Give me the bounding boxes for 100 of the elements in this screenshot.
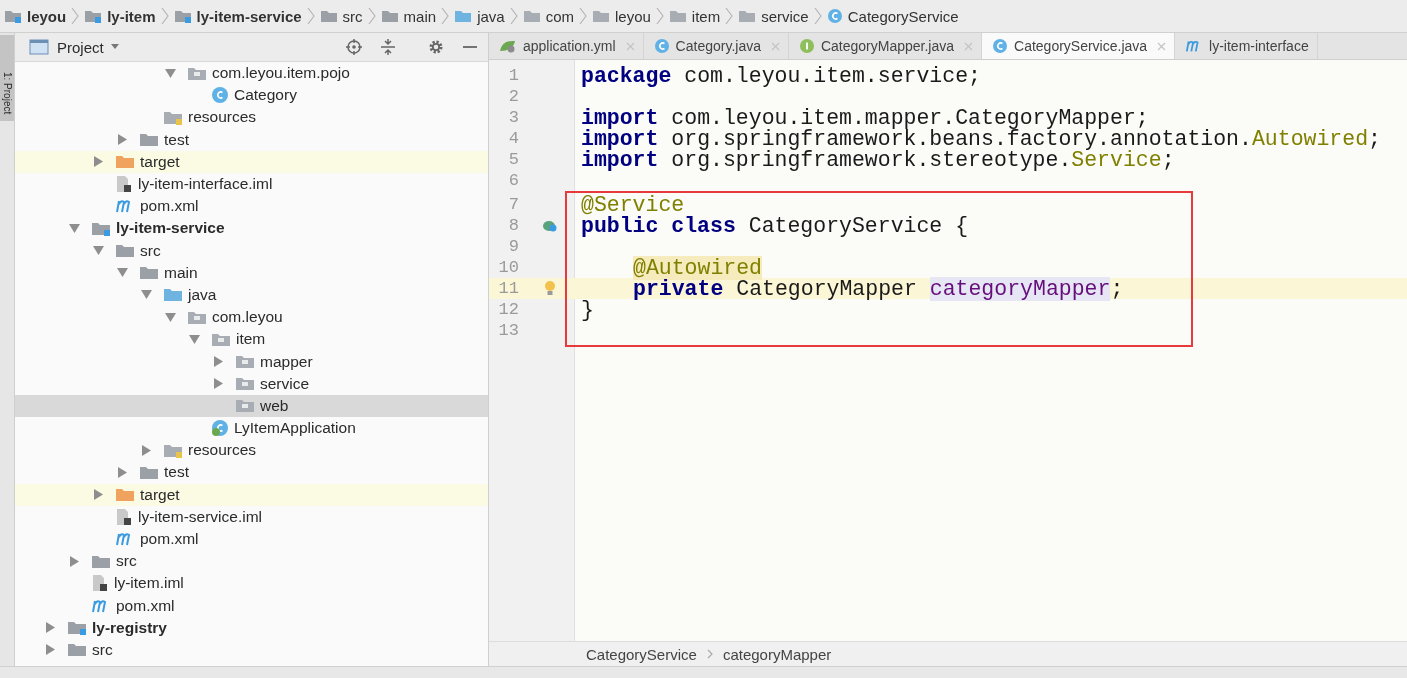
folder-icon xyxy=(163,109,183,125)
chevron-separator-icon xyxy=(441,7,450,25)
expand-arrow-icon[interactable] xyxy=(93,156,104,168)
breadcrumb-item[interactable]: service xyxy=(738,7,809,25)
tree-item[interactable]: resources xyxy=(15,106,488,129)
expand-arrow-icon[interactable] xyxy=(141,444,152,456)
chevron-separator-icon xyxy=(509,7,518,25)
editor-tab[interactable]: ly-item-interface xyxy=(1175,33,1318,59)
breadcrumb-item[interactable]: ly-item-service xyxy=(173,7,302,25)
folder-icon xyxy=(319,9,338,23)
tree-item[interactable]: main xyxy=(15,261,488,284)
expand-arrow-icon[interactable] xyxy=(213,356,224,368)
breadcrumb-item[interactable]: src xyxy=(319,7,363,25)
crosshair-icon[interactable] xyxy=(346,39,362,55)
tree-item[interactable]: ly-item.iml xyxy=(15,572,488,595)
tree-item[interactable]: src xyxy=(15,638,488,662)
line-number: 1 xyxy=(507,66,519,85)
folder-icon xyxy=(454,9,473,23)
bean-icon[interactable] xyxy=(542,218,558,233)
folder-icon xyxy=(592,9,610,23)
breadcrumb-item[interactable]: CategoryService xyxy=(586,645,697,663)
expand-arrow-icon[interactable] xyxy=(189,333,200,345)
tree-item[interactable]: web xyxy=(15,394,488,417)
breadcrumb-item[interactable]: item xyxy=(668,7,721,25)
leaf-file-icon xyxy=(499,39,517,53)
breadcrumb-item[interactable]: ly-item xyxy=(84,7,156,25)
tree-item[interactable]: java xyxy=(15,283,488,307)
folder-icon xyxy=(91,553,111,569)
tree-item[interactable]: pom.xml xyxy=(15,527,488,551)
chevron-separator-icon xyxy=(579,7,587,25)
tree-item[interactable]: com.leyou xyxy=(15,306,488,329)
class-icon xyxy=(653,38,670,54)
tree-item[interactable]: ly-item-service.iml xyxy=(15,505,488,528)
expand-arrow-icon[interactable] xyxy=(165,311,176,323)
collapse-all-icon[interactable] xyxy=(380,39,396,55)
folder-icon xyxy=(522,9,541,23)
tree-item[interactable]: mapper xyxy=(15,350,488,373)
tree-item[interactable]: src xyxy=(15,550,488,573)
tree-item[interactable]: com.leyou.item.pojo xyxy=(15,62,488,85)
folder-icon xyxy=(91,220,111,236)
folder-icon xyxy=(738,9,757,23)
expand-arrow-icon[interactable] xyxy=(93,245,104,257)
expand-arrow-icon[interactable] xyxy=(141,289,152,301)
folder-icon xyxy=(668,9,687,23)
tree-item[interactable]: test xyxy=(15,461,488,484)
expand-arrow-icon[interactable] xyxy=(45,622,56,634)
chevron-separator-icon xyxy=(71,7,80,25)
editor-tab[interactable]: Category.java xyxy=(643,33,789,59)
close-icon[interactable] xyxy=(1157,41,1167,51)
tree-item[interactable]: src xyxy=(15,239,488,262)
editor-tab[interactable]: CategoryService.java xyxy=(982,33,1176,59)
tree-item[interactable]: test xyxy=(15,128,488,151)
project-tool-tab[interactable]: 1: Project xyxy=(0,35,14,121)
chevron-separator-icon xyxy=(306,7,315,25)
file-icon xyxy=(115,175,133,194)
expand-arrow-icon[interactable] xyxy=(117,466,128,478)
breadcrumb-item[interactable]: java xyxy=(454,7,505,25)
class-icon xyxy=(826,8,843,24)
tree-item[interactable]: pom.xml xyxy=(15,594,488,617)
breadcrumb-item[interactable]: categoryMapper xyxy=(722,645,832,663)
tree-item[interactable]: resources xyxy=(15,439,488,462)
tree-item[interactable]: ly-registry xyxy=(15,616,488,639)
tree-item[interactable]: pom.xml xyxy=(15,195,488,218)
expand-arrow-icon[interactable] xyxy=(69,222,80,234)
expand-arrow-icon[interactable] xyxy=(165,67,176,79)
tree-item[interactable]: target xyxy=(15,150,488,173)
code-line: } xyxy=(581,297,594,322)
folder-icon xyxy=(67,620,87,636)
folder-icon xyxy=(139,132,159,148)
expand-arrow-icon[interactable] xyxy=(117,267,128,279)
folder-icon xyxy=(139,464,159,480)
chevron-separator-icon xyxy=(706,649,713,659)
tree-item[interactable]: LyItemApplication xyxy=(15,417,488,440)
settings-icon[interactable] xyxy=(428,39,444,55)
lightbulb-icon[interactable] xyxy=(544,280,556,297)
breadcrumb-item[interactable]: CategoryService xyxy=(826,7,959,25)
folder-icon xyxy=(163,442,183,458)
tree-item[interactable]: Category xyxy=(15,84,488,107)
tree-item[interactable]: ly-item-service xyxy=(15,217,488,240)
breadcrumb-item[interactable]: main xyxy=(380,7,437,25)
expand-arrow-icon[interactable] xyxy=(45,644,56,656)
tree-item[interactable]: service xyxy=(15,372,488,395)
file-icon xyxy=(91,574,109,593)
folder-icon xyxy=(235,398,255,414)
expand-arrow-icon[interactable] xyxy=(69,555,80,567)
line-number: 11 xyxy=(497,279,519,298)
tree-item[interactable]: target xyxy=(15,483,488,506)
chevron-separator-icon xyxy=(655,7,664,25)
expand-arrow-icon[interactable] xyxy=(93,489,104,501)
caret-icon xyxy=(109,44,120,50)
expand-arrow-icon[interactable] xyxy=(117,134,128,146)
breadcrumb-item[interactable]: leyou xyxy=(592,7,651,25)
expand-arrow-icon[interactable] xyxy=(213,378,224,390)
breadcrumb-item[interactable]: com xyxy=(522,7,574,25)
editor-tab[interactable]: application.yml xyxy=(489,33,644,59)
project-view-dropdown[interactable]: Project xyxy=(57,38,104,56)
breadcrumb-item[interactable]: leyou xyxy=(4,7,67,25)
tree-item[interactable]: ly-item-interface.iml xyxy=(15,172,488,196)
line-number: 9 xyxy=(507,237,519,256)
tree-item[interactable]: item xyxy=(15,328,488,351)
